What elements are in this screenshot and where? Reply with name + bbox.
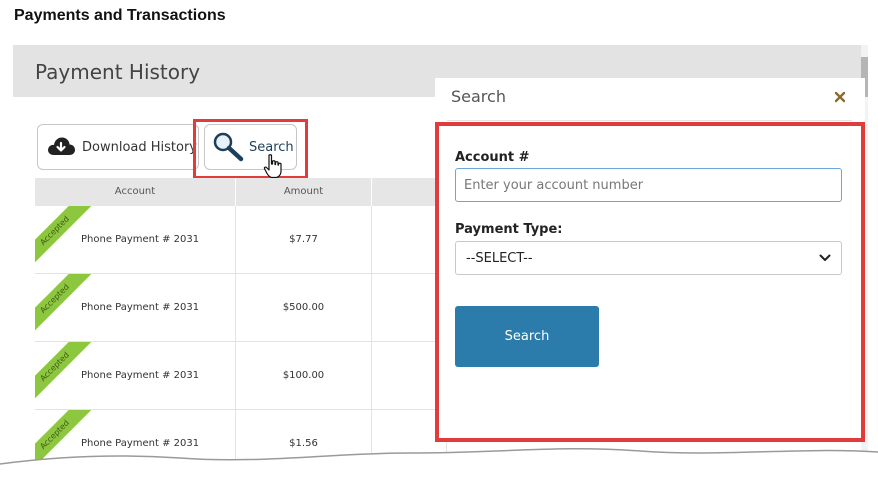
search-panel: Search Account # Payment Type: --SELECT-… (435, 78, 865, 440)
torn-edge (0, 448, 878, 492)
account-name: Phone Payment # 2031 (81, 302, 200, 313)
payment-type-label: Payment Type: (455, 222, 563, 237)
account-cell: Accepted Phone Payment # 2031 (35, 274, 236, 341)
payment-type-select[interactable]: --SELECT-- (455, 241, 842, 275)
account-number-input[interactable] (455, 168, 842, 202)
table-header: Account Amount (35, 178, 447, 206)
section-title: Payment History (35, 60, 201, 84)
table-row[interactable]: Accepted Phone Payment # 2031 $100.00 (35, 342, 447, 410)
column-header-account[interactable]: Account (35, 178, 236, 206)
column-header-amount[interactable]: Amount (236, 178, 372, 206)
close-icon[interactable] (833, 90, 847, 104)
amount-cell: $7.77 (236, 206, 372, 273)
amount-cell: $500.00 (236, 274, 372, 341)
table-row[interactable]: Accepted Phone Payment # 2031 $500.00 (35, 274, 447, 342)
table-row[interactable]: Accepted Phone Payment # 2031 $7.77 (35, 206, 447, 274)
account-cell: Accepted Phone Payment # 2031 (35, 206, 236, 273)
account-label: Account # (455, 150, 530, 165)
cloud-download-icon (46, 135, 76, 159)
search-button-highlight (193, 119, 308, 179)
account-cell: Accepted Phone Payment # 2031 (35, 342, 236, 409)
chevron-down-icon (819, 251, 831, 266)
panel-separator (447, 120, 852, 121)
search-submit-button[interactable]: Search (455, 306, 599, 367)
download-history-button[interactable]: Download History (37, 124, 199, 170)
payment-type-selected: --SELECT-- (466, 250, 533, 266)
account-name: Phone Payment # 2031 (81, 370, 200, 381)
search-panel-title: Search (451, 87, 506, 106)
download-history-label: Download History (82, 139, 198, 155)
document-title: Payments and Transactions (14, 7, 226, 24)
account-name: Phone Payment # 2031 (81, 234, 200, 245)
amount-cell: $100.00 (236, 342, 372, 409)
